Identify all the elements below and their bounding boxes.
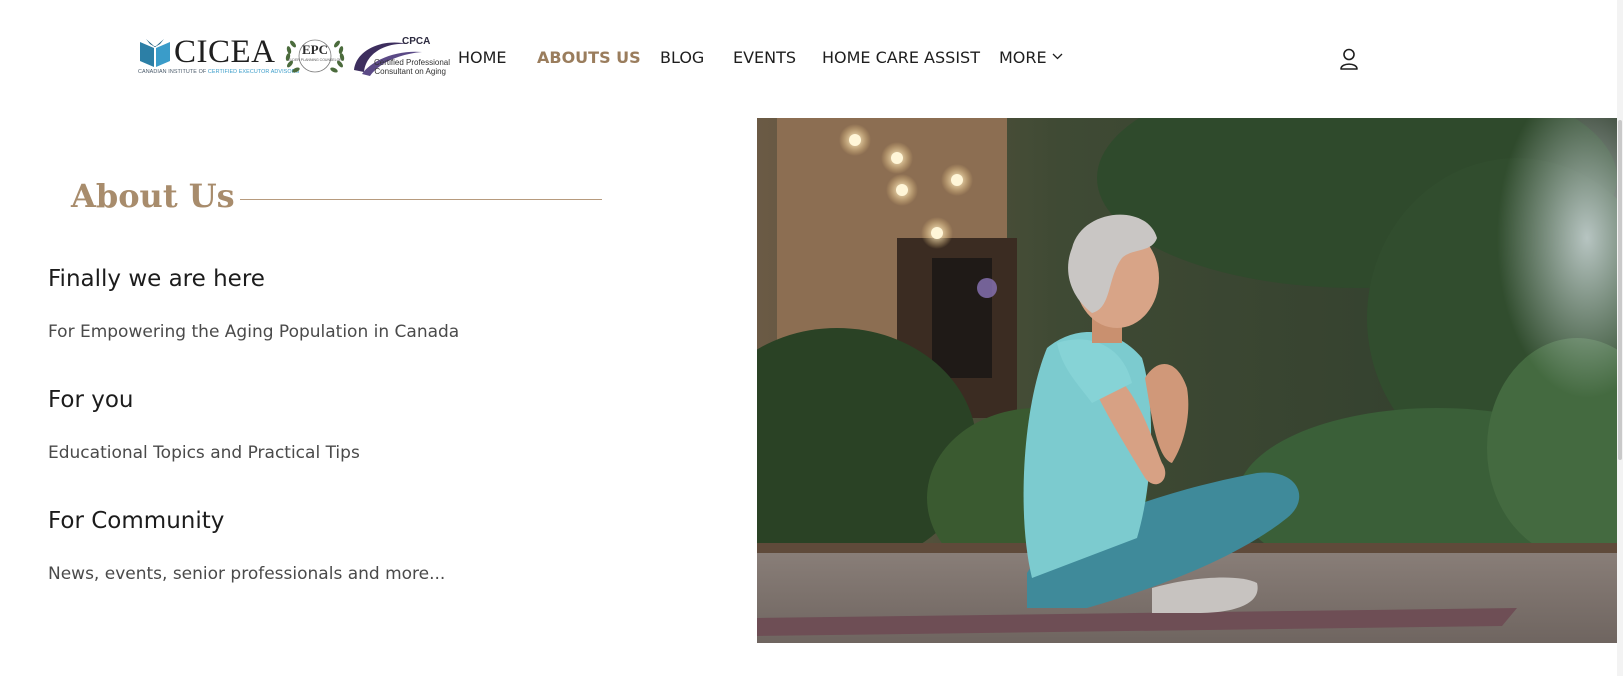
section-subtitle-for-community: News, events, senior professionals and m… <box>48 564 446 584</box>
nav-item-blog[interactable]: BLOG <box>660 46 704 70</box>
nav-item-events[interactable]: EVENTS <box>733 46 796 70</box>
nav-item-abouts-us[interactable]: ABOUTS US <box>537 46 641 70</box>
epc-logo[interactable]: EPC ELDER PLANNING COUNSELOR <box>282 36 348 78</box>
section-subtitle-for-you: Educational Topics and Practical Tips <box>48 443 360 463</box>
brand-logos[interactable]: CICEA CANADIAN INSTITUTE OF CERTIFIED EX… <box>138 34 451 82</box>
section-title-for-you: For you <box>48 387 134 413</box>
cicea-tagline-prefix: CANADIAN INSTITUTE OF <box>138 69 208 75</box>
epc-text: EPC <box>302 42 328 57</box>
cpca-line1: Certified Professional <box>374 58 451 67</box>
cicea-tagline: CANADIAN INSTITUTE OF CERTIFIED EXECUTOR… <box>138 69 299 75</box>
site-header: CICEA CANADIAN INSTITUTE OF CERTIFIED EX… <box>0 0 1623 116</box>
hero-image <box>757 118 1619 643</box>
nav-item-home[interactable]: HOME <box>458 46 507 70</box>
section-title-finally: Finally we are here <box>48 266 265 292</box>
page-title: About Us <box>71 177 235 215</box>
nav-item-more[interactable]: MORE <box>999 46 1063 70</box>
page: CICEA CANADIAN INSTITUTE OF CERTIFIED EX… <box>0 0 1623 676</box>
section-subtitle-finally: For Empowering the Aging Population in C… <box>48 322 460 342</box>
cpca-text: CPCA <box>402 36 431 47</box>
chevron-down-icon <box>1052 53 1063 60</box>
cpca-line2: Consultant on Aging <box>374 67 446 76</box>
epc-subtext: ELDER PLANNING COUNSELOR <box>288 58 342 62</box>
section-title-for-community: For Community <box>48 508 225 534</box>
scrollbar-thumb[interactable] <box>1618 120 1622 460</box>
user-icon[interactable] <box>1338 47 1360 71</box>
page-scrollbar[interactable] <box>1617 0 1623 676</box>
nav-more-label: MORE <box>999 48 1047 67</box>
cicea-logo[interactable]: CICEA CANADIAN INSTITUTE OF CERTIFIED EX… <box>138 34 299 80</box>
hero-photo-illustration <box>757 118 1619 643</box>
cicea-wordmark: CICEA <box>174 34 276 70</box>
book-icon <box>140 39 170 67</box>
nav-item-home-care-assist[interactable]: HOME CARE ASSIST <box>822 46 980 70</box>
cpca-logo[interactable]: CPCA Certified Professional Consultant o… <box>352 36 451 80</box>
title-divider <box>240 199 602 200</box>
